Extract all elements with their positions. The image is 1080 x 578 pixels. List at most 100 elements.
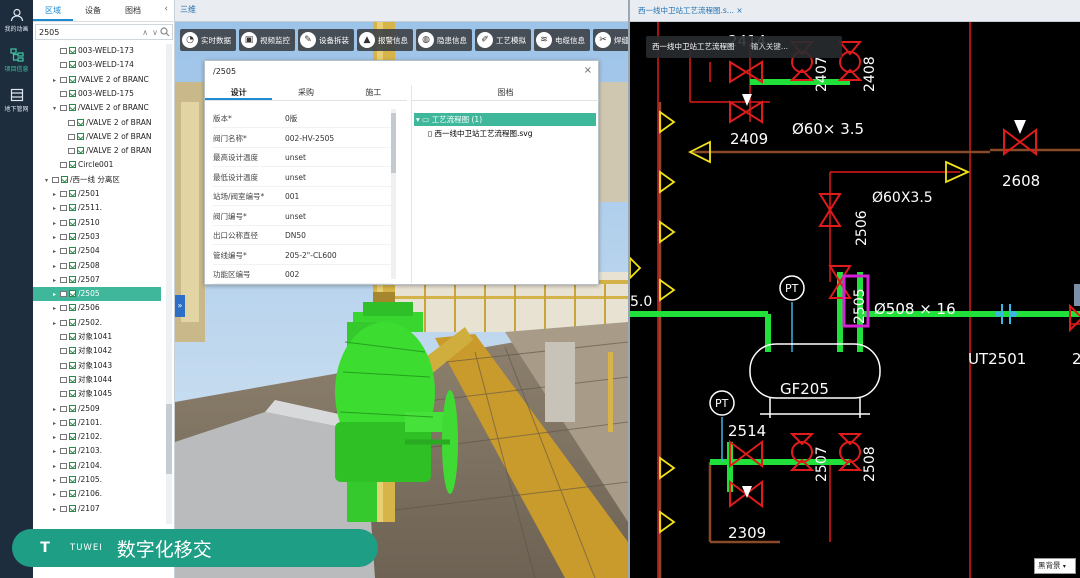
tree-row[interactable]: ▸ /2505 bbox=[33, 287, 161, 302]
visibility-checkbox[interactable] bbox=[69, 190, 76, 197]
doc-folder-row[interactable]: ▾ ▭ 工艺流程图 (1) bbox=[414, 113, 596, 126]
visibility-checkbox[interactable] bbox=[69, 47, 76, 54]
expand-arrow-icon[interactable]: ▸ bbox=[53, 231, 60, 244]
search-prev-icon[interactable]: ∧ bbox=[140, 28, 150, 37]
visibility-checkbox[interactable] bbox=[69, 476, 76, 483]
tree-row[interactable]: Circle001 bbox=[33, 158, 161, 172]
visibility-checkbox[interactable] bbox=[69, 347, 76, 355]
toolbar-button-process[interactable]: ✐ 工艺模拟 bbox=[475, 29, 531, 51]
expand-arrow-icon[interactable]: ▸ bbox=[53, 460, 60, 473]
pid-viewer[interactable]: 西一线中卫站工艺流程图.s... × 2407 2408 2409 Ø60× 3… bbox=[628, 0, 1080, 578]
rail-item-project-info[interactable]: 项目信息 bbox=[0, 48, 33, 73]
expand-arrow-icon[interactable]: ▸ bbox=[53, 274, 60, 287]
toolbar-button-cable[interactable]: ≋ 电缆信息 bbox=[534, 29, 590, 51]
expand-arrow-icon[interactable]: ▸ bbox=[53, 245, 60, 258]
tree-row[interactable]: ▸ /2105. bbox=[33, 473, 161, 487]
visibility-checkbox[interactable] bbox=[69, 433, 76, 441]
tree-row[interactable]: ▸ /2506 bbox=[33, 301, 161, 315]
visibility-checkbox[interactable] bbox=[69, 275, 76, 283]
tab-region[interactable]: 区域 bbox=[33, 0, 73, 21]
tree-row[interactable]: ▸ /VALVE 2 of BRANC bbox=[33, 73, 161, 87]
scrollbar-thumb[interactable] bbox=[166, 404, 172, 474]
tree-row[interactable]: ▸ /2510 bbox=[33, 216, 161, 230]
visibility-checkbox[interactable] bbox=[69, 89, 76, 97]
doc-file-row[interactable]: ▯ 西一线中卫站工艺流程图.svg bbox=[414, 127, 596, 140]
visibility-checkbox[interactable] bbox=[69, 333, 76, 340]
close-icon[interactable]: × bbox=[584, 65, 592, 76]
visibility-checkbox[interactable] bbox=[69, 504, 76, 512]
tree-row[interactable]: ▸ /2504 bbox=[33, 244, 161, 258]
tree-row[interactable]: ▸ /2507 bbox=[33, 273, 161, 287]
toolbar-button-camera[interactable]: ▣ 视频监控 bbox=[239, 29, 295, 51]
toolbar-button-hazard[interactable]: ◍ 隐患信息 bbox=[416, 29, 472, 51]
expand-arrow-icon[interactable]: ▸ bbox=[53, 260, 60, 273]
rail-item-pipe-network[interactable]: 地下管网 bbox=[0, 88, 33, 113]
expand-arrow-icon[interactable]: ▸ bbox=[53, 74, 60, 87]
toolbar-button-wrench[interactable]: ✎ 设备拆装 bbox=[298, 29, 354, 51]
toolbar-button-chart[interactable]: ◔ 实时数据 bbox=[180, 29, 236, 51]
rail-item-my-animation[interactable]: 我的动画 bbox=[0, 8, 33, 33]
tree-row[interactable]: ▸ /2103. bbox=[33, 444, 161, 458]
visibility-checkbox[interactable] bbox=[69, 204, 76, 212]
tree-row[interactable]: 对象1045 bbox=[33, 387, 161, 401]
expand-arrow-icon[interactable]: ▸ bbox=[53, 488, 60, 501]
visibility-checkbox[interactable] bbox=[69, 75, 76, 83]
tab-pid-svg[interactable]: 西一线中卫站工艺流程图.s... × bbox=[638, 5, 743, 16]
expand-arrow-icon[interactable]: ▸ bbox=[53, 403, 60, 416]
visibility-checkbox[interactable] bbox=[69, 218, 76, 226]
tree-scrollbar[interactable] bbox=[166, 44, 172, 524]
visibility-checkbox[interactable] bbox=[69, 261, 76, 269]
tree-row[interactable]: /VALVE 2 of BRAN bbox=[33, 116, 161, 130]
visibility-checkbox[interactable] bbox=[69, 461, 76, 469]
tree-row[interactable]: 003-WELD-174 bbox=[33, 58, 161, 72]
tree-row[interactable]: 003-WELD-175 bbox=[33, 87, 161, 101]
tree-row[interactable]: ▸ /2106. bbox=[33, 487, 161, 501]
tab-drawings[interactable]: 图档 bbox=[113, 0, 153, 21]
visibility-checkbox[interactable] bbox=[69, 161, 76, 169]
expand-arrow-icon[interactable]: ▸ bbox=[53, 202, 60, 215]
tab-construction[interactable]: 施工 bbox=[340, 85, 407, 100]
tree-row[interactable]: ▸ /2508 bbox=[33, 259, 161, 273]
expand-arrow-icon[interactable]: ▸ bbox=[53, 503, 60, 516]
expand-arrow-icon[interactable]: ▸ bbox=[53, 431, 60, 444]
visibility-checkbox[interactable] bbox=[69, 104, 76, 112]
background-select[interactable]: 黑背景 ▾ bbox=[1034, 558, 1076, 574]
tree-search-box[interactable]: 2505 ∧ ∨ bbox=[35, 24, 173, 40]
tree-row[interactable]: ▸ /2501 bbox=[33, 187, 161, 201]
visibility-checkbox[interactable] bbox=[69, 418, 76, 426]
visibility-checkbox[interactable] bbox=[69, 61, 76, 69]
tab-design[interactable]: 设计 bbox=[205, 85, 273, 100]
expand-panel-icon[interactable]: » bbox=[175, 295, 185, 317]
expand-arrow-icon[interactable]: ▾ bbox=[45, 174, 52, 187]
tree-row[interactable]: 对象1043 bbox=[33, 359, 161, 373]
expand-arrow-icon[interactable]: ▸ bbox=[53, 302, 60, 315]
tree-row[interactable]: 对象1042 bbox=[33, 344, 161, 358]
tree-row[interactable]: ▸ /2107 bbox=[33, 502, 161, 516]
tab-close-icon[interactable]: × bbox=[736, 6, 742, 15]
expand-arrow-icon[interactable]: ▾ bbox=[53, 102, 60, 115]
search-input[interactable]: 2505 bbox=[36, 28, 140, 37]
visibility-checkbox[interactable] bbox=[69, 390, 76, 398]
visibility-checkbox[interactable] bbox=[69, 361, 76, 369]
tab-3d[interactable]: 三维 bbox=[180, 4, 196, 15]
property-scrollbar[interactable] bbox=[391, 109, 396, 279]
search-icon[interactable] bbox=[160, 27, 170, 37]
visibility-checkbox[interactable] bbox=[69, 375, 76, 383]
search-next-icon[interactable]: ∨ bbox=[150, 28, 160, 37]
tree-row[interactable]: ▸ /2102. bbox=[33, 430, 161, 444]
expand-arrow-icon[interactable]: ▸ bbox=[53, 474, 60, 487]
tree-row[interactable]: ▸ /2511. bbox=[33, 201, 161, 215]
expand-arrow-icon[interactable]: ▸ bbox=[53, 188, 60, 201]
expand-arrow-icon[interactable]: ▸ bbox=[53, 217, 60, 230]
visibility-checkbox[interactable] bbox=[69, 232, 76, 240]
visibility-checkbox[interactable] bbox=[77, 147, 84, 155]
tree-row[interactable]: ▸ /2503 bbox=[33, 230, 161, 244]
toolbar-button-warning[interactable]: ▲ 报警信息 bbox=[357, 29, 413, 51]
tree-row[interactable]: /VALVE 2 of BRAN bbox=[33, 144, 161, 158]
tree-row[interactable]: ▸ /2509 bbox=[33, 402, 161, 416]
tree-row[interactable]: ▸ /2502. bbox=[33, 316, 161, 330]
visibility-checkbox[interactable] bbox=[69, 290, 76, 298]
visibility-checkbox[interactable] bbox=[77, 132, 84, 140]
expand-arrow-icon[interactable]: ▸ bbox=[53, 317, 60, 330]
pid-search-hint[interactable]: 输入关键... bbox=[751, 42, 788, 51]
